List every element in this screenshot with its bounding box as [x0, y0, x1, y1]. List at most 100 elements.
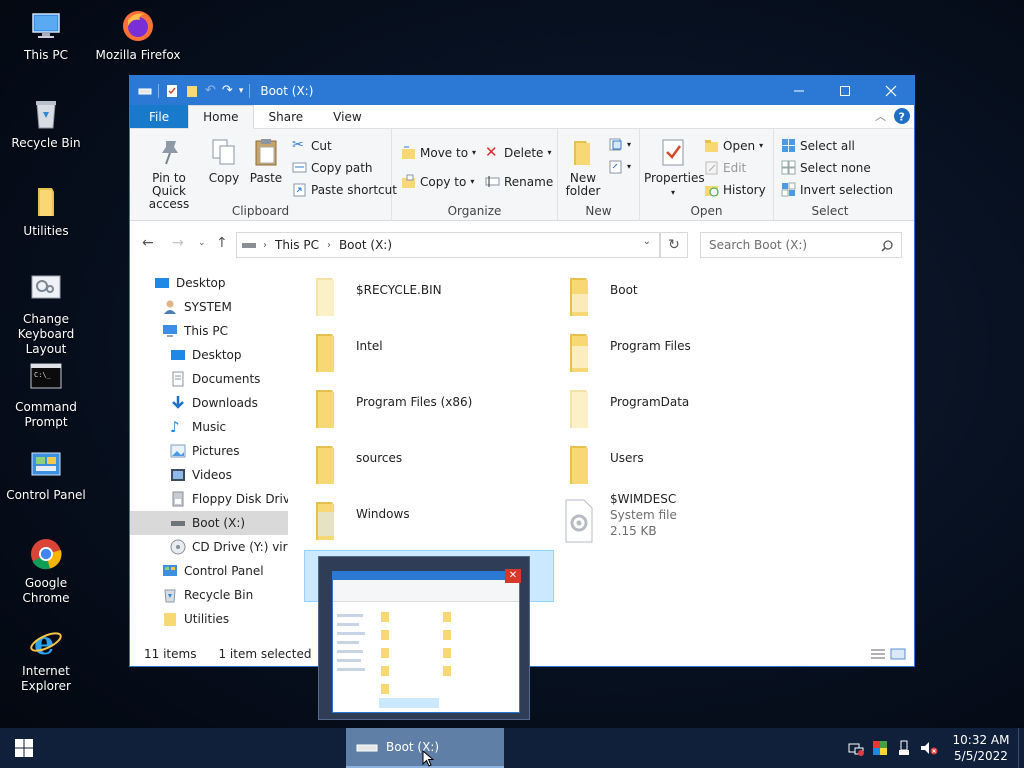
clock[interactable]: 10:32 AM 5/5/2022 — [944, 732, 1018, 764]
nav-item-utilities[interactable]: Utilities — [130, 607, 288, 631]
history-button[interactable]: History — [704, 182, 766, 197]
downloads-icon — [172, 396, 184, 409]
cut-button[interactable]: ✂ Cut — [292, 138, 332, 153]
select-none-button[interactable]: Select none — [781, 160, 871, 175]
desktop-icon-utilities[interactable]: Utilities — [0, 184, 92, 239]
select-all-button[interactable]: Select all — [781, 138, 855, 153]
search-input[interactable]: Search Boot (X:) — [700, 232, 902, 258]
file-item-sources[interactable]: sources — [300, 437, 550, 493]
thumbnail-close-button[interactable]: ✕ — [505, 569, 521, 583]
copy-path-button[interactable]: Copy path — [292, 160, 373, 175]
folder-icon — [316, 446, 334, 484]
desktop-icon-firefox[interactable]: Mozilla Firefox — [92, 8, 184, 63]
nav-item-desktop-sub[interactable]: Desktop — [130, 343, 288, 367]
minimize-button[interactable] — [776, 76, 822, 105]
paste-button[interactable]: Paste — [246, 137, 286, 185]
edit-button[interactable]: Edit — [704, 160, 746, 175]
desktop-icon-recycle-bin[interactable]: Recycle Bin — [0, 96, 92, 151]
new-folder-button[interactable]: New folder — [562, 137, 604, 198]
file-item-program-files-x86[interactable]: Program Files (x86) — [300, 381, 550, 437]
paste-shortcut-button[interactable]: Paste shortcut — [292, 182, 397, 197]
file-item-intel[interactable]: Intel — [300, 325, 550, 381]
tab-home[interactable]: Home — [188, 105, 254, 129]
properties-qa-icon[interactable] — [165, 84, 179, 98]
taskbar-item-explorer[interactable]: Boot (X:) — [346, 728, 504, 768]
desktop-icon-chrome[interactable]: Google Chrome — [0, 536, 92, 606]
tab-share[interactable]: Share — [254, 105, 319, 128]
customize-qa-icon[interactable]: ▾ — [239, 86, 244, 96]
address-dropdown-icon[interactable]: ⌄ — [643, 236, 651, 247]
desktop-icon-internet-explorer[interactable]: e Internet Explorer — [0, 624, 92, 694]
redo-icon[interactable]: ↷ — [222, 83, 233, 98]
move-to-button[interactable]: Move to ▾ — [401, 145, 476, 160]
nav-item-cd-drive[interactable]: CD Drive (Y:) virtic — [130, 535, 288, 559]
file-item-recycle-bin[interactable]: $RECYCLE.BIN — [300, 269, 550, 325]
maximize-button[interactable] — [822, 76, 868, 105]
file-item-boot[interactable]: Boot — [554, 269, 804, 325]
recent-locations-icon[interactable]: ⌄ — [198, 238, 206, 248]
breadcrumb-this-pc[interactable]: This PC — [275, 238, 319, 252]
collapse-ribbon-icon[interactable]: ︿ — [875, 108, 886, 124]
drive-icon — [356, 744, 378, 752]
nav-item-pictures[interactable]: Pictures — [130, 439, 288, 463]
open-button[interactable]: Open ▾ — [704, 138, 763, 153]
file-item-program-files[interactable]: Program Files — [554, 325, 804, 381]
network-icon[interactable] — [848, 740, 864, 756]
easy-access-button[interactable]: ▾ — [608, 159, 631, 174]
nav-item-downloads[interactable]: Downloads — [130, 391, 288, 415]
nav-item-this-pc[interactable]: This PC — [130, 319, 288, 343]
volume-muted-icon[interactable] — [920, 740, 938, 756]
taskbar-thumbnail-preview[interactable]: ✕ — [318, 556, 530, 720]
delete-button[interactable]: ✕ Delete ▾ — [485, 145, 551, 160]
usb-device-icon[interactable] — [896, 740, 912, 756]
nav-item-floppy[interactable]: Floppy Disk Drive — [130, 487, 288, 511]
file-item-programdata[interactable]: ProgramData — [554, 381, 804, 437]
cut-label: Cut — [311, 138, 332, 153]
open-label: Open — [723, 138, 756, 153]
title-bar[interactable]: ↶ ↷ ▾ Boot (X:) — [130, 76, 914, 105]
undo-icon[interactable]: ↶ — [205, 83, 216, 98]
invert-selection-button[interactable]: Invert selection — [781, 182, 893, 197]
breadcrumb-boot[interactable]: Boot (X:) — [339, 238, 392, 252]
show-desktop-button[interactable] — [1018, 728, 1024, 768]
up-icon[interactable]: ↑ — [216, 235, 228, 251]
close-button[interactable] — [868, 76, 914, 105]
forward-icon[interactable]: → — [172, 235, 184, 251]
back-icon[interactable]: ← — [142, 235, 154, 251]
address-bar[interactable]: › This PC › Boot (X:) ⌄ — [236, 232, 660, 258]
desktop-icon-keyboard-layout[interactable]: Change Keyboard Layout — [0, 272, 92, 357]
refresh-button[interactable]: ↻ — [660, 232, 688, 258]
help-icon[interactable]: ? — [894, 108, 910, 124]
nav-item-desktop[interactable]: Desktop — [130, 271, 288, 295]
nav-item-boot[interactable]: Boot (X:) — [130, 511, 288, 535]
music-icon: ♪ — [170, 418, 180, 436]
tab-file[interactable]: File — [130, 105, 189, 128]
details-view-icon[interactable] — [870, 648, 886, 660]
new-item-button[interactable]: ▾ — [608, 137, 631, 152]
nav-item-control-panel[interactable]: Control Panel — [130, 559, 288, 583]
large-icons-view-icon[interactable] — [890, 648, 906, 660]
pin-quick-access-button[interactable]: Pin to Quick access — [136, 137, 202, 211]
file-item-windows[interactable]: Windows — [300, 493, 550, 549]
desktop-icon-control-panel[interactable]: Control Panel — [0, 448, 92, 503]
tab-view[interactable]: View — [318, 105, 376, 128]
desktop-icon-label: Google Chrome — [22, 576, 70, 605]
start-button[interactable] — [0, 728, 48, 768]
new-folder-qa-icon[interactable] — [185, 84, 199, 98]
nav-item-system[interactable]: SYSTEM — [130, 295, 288, 319]
display-color-icon[interactable] — [872, 740, 888, 756]
nav-item-videos[interactable]: Videos — [130, 463, 288, 487]
copy-to-button[interactable]: Copy to ▾ — [401, 174, 474, 189]
desktop-icon-this-pc[interactable]: This PC — [0, 8, 92, 63]
file-item-users[interactable]: Users — [554, 437, 804, 493]
nav-item-label: Documents — [192, 372, 261, 386]
nav-item-recycle-bin[interactable]: Recycle Bin — [130, 583, 288, 607]
nav-item-documents[interactable]: Documents — [130, 367, 288, 391]
rename-button[interactable]: Rename — [485, 174, 553, 189]
group-label: Open — [690, 204, 723, 218]
desktop-icon-command-prompt[interactable]: C:\_ Command Prompt — [0, 360, 92, 430]
copy-button[interactable]: Copy — [204, 137, 244, 185]
properties-button[interactable]: Properties ▾ — [644, 137, 705, 199]
nav-item-music[interactable]: ♪ Music — [130, 415, 288, 439]
file-item-wimdesc[interactable]: $WIMDESC System file 2.15 KB — [554, 492, 804, 549]
